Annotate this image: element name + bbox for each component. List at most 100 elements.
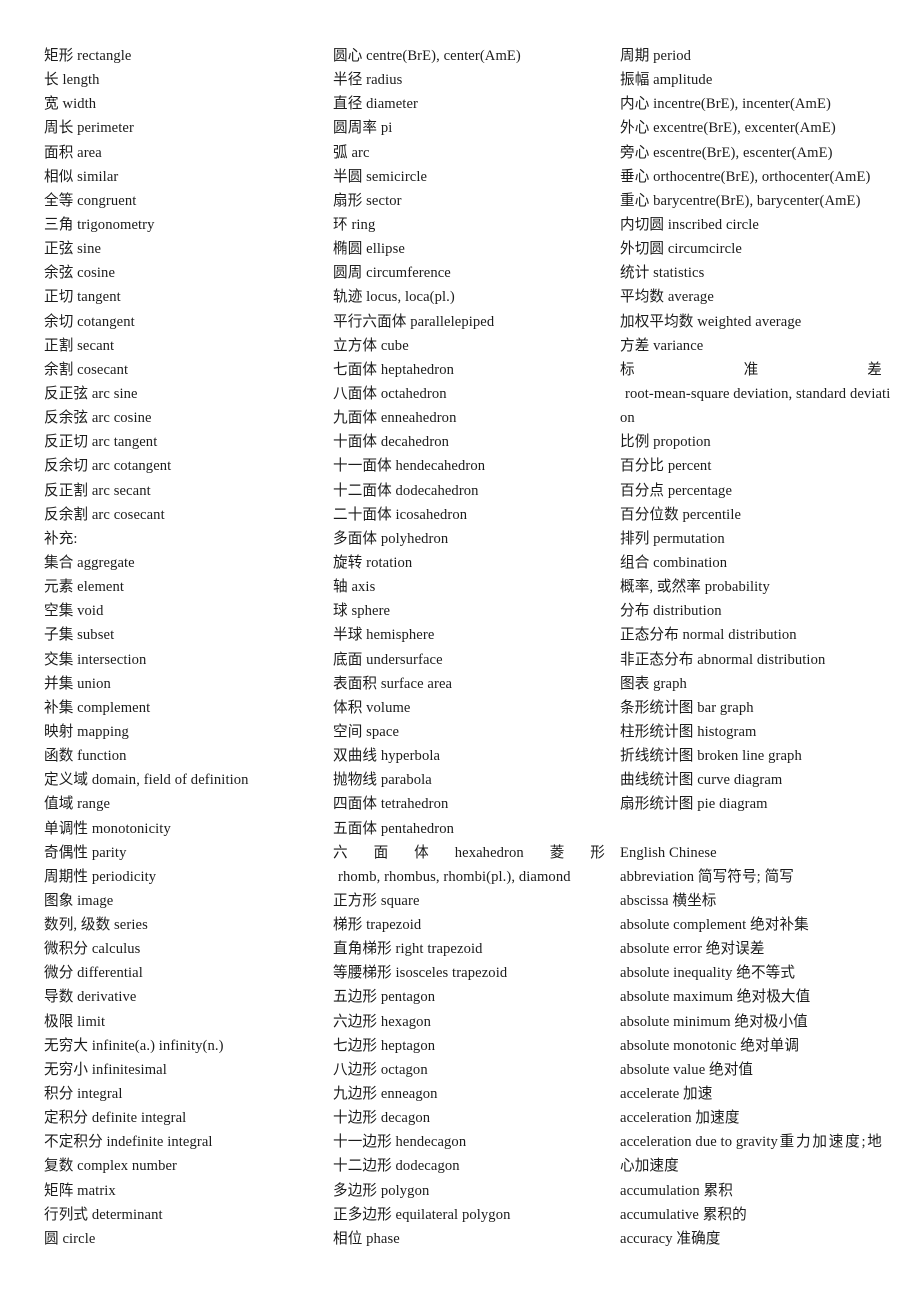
glossary-entry: 扇形统计图 pie diagram: [620, 796, 768, 813]
glossary-entry-part: 差: [867, 361, 882, 378]
glossary-entry: 四面体 tetrahedron: [333, 796, 449, 813]
glossary-entry-part: 菱: [549, 844, 565, 861]
glossary-entry-part: 面: [373, 844, 389, 861]
glossary-entry: 长 length: [44, 72, 100, 89]
glossary-entry: absolute value 绝对值: [620, 1061, 754, 1078]
glossary-entry: 映射 mapping: [44, 723, 129, 740]
glossary-entry: 百分位数 percentile: [620, 506, 742, 523]
glossary-entry: 三角 trigonometry: [44, 216, 155, 233]
glossary-entry: 八面体 octahedron: [333, 385, 447, 402]
glossary-entry: 正态分布 normal distribution: [620, 627, 797, 644]
glossary-entry: 等腰梯形 isosceles trapezoid: [333, 965, 508, 982]
glossary-entry: 底面 undersurface: [333, 651, 443, 668]
glossary-entry: 比例 propotion: [620, 434, 711, 451]
glossary-entry: 轴 axis: [333, 579, 376, 596]
glossary-entry: accumulation 累积: [620, 1182, 733, 1199]
glossary-entry: 五边形 pentagon: [333, 989, 436, 1006]
glossary-entry: 定积分 definite integral: [44, 1110, 187, 1127]
glossary-entry: 无穷大 infinite(a.) infinity(n.): [44, 1037, 224, 1054]
glossary-entry: 分布 distribution: [620, 603, 722, 620]
glossary-entry: on: [620, 410, 635, 427]
glossary-entry: 空间 space: [333, 723, 400, 740]
glossary-entry: 折线统计图 broken line graph: [620, 748, 802, 765]
glossary-entry: 反正弦 arc sine: [44, 385, 138, 402]
glossary-entry: 面积 area: [44, 144, 102, 161]
glossary-entry: 反余割 arc cosecant: [44, 506, 165, 523]
glossary-entry: 方差 variance: [620, 337, 704, 354]
glossary-entry: 并集 union: [44, 675, 111, 692]
glossary-entry: 二十面体 icosahedron: [333, 506, 468, 523]
glossary-entry-part: 力: [795, 1134, 811, 1151]
glossary-entry: 概率, 或然率 probability: [620, 579, 770, 596]
glossary-entry: acceleration due to gravity 重力加速度; 地: [620, 1130, 882, 1154]
glossary-entry: 图表 graph: [620, 675, 687, 692]
glossary-entry: 百分比 percent: [620, 458, 712, 475]
glossary-entry: 多边形 polygon: [333, 1182, 430, 1199]
glossary-entry: accumulative 累积的: [620, 1206, 747, 1223]
glossary-entry-part: 体: [414, 844, 429, 861]
glossary-entry: absolute error 绝对误差: [620, 941, 765, 958]
glossary-entry: 积分 integral: [44, 1086, 123, 1103]
glossary-entry: 补充:: [44, 530, 78, 547]
glossary-entry: absolute monotonic 绝对单调: [620, 1037, 800, 1054]
glossary-entry-part: 准: [743, 361, 759, 378]
glossary-entry: 抛物线 parabola: [333, 772, 432, 789]
glossary-entry-part: 六: [333, 844, 348, 861]
glossary-entry: absolute maximum 绝对极大值: [620, 989, 811, 1006]
glossary-entry: 单调性 monotonicity: [44, 820, 171, 837]
glossary-entry: 行列式 determinant: [44, 1206, 163, 1223]
glossary-entry: 柱形统计图 histogram: [620, 723, 757, 740]
glossary-entry: 复数 complex number: [44, 1158, 178, 1175]
glossary-entry: 十边形 decagon: [333, 1110, 431, 1127]
glossary-entry: 圆心 centre(BrE), center(AmE): [333, 48, 521, 64]
glossary-entry: 百分点 percentage: [620, 482, 733, 499]
glossary-entry-part: 重: [779, 1134, 795, 1151]
glossary-entry-part: 度: [845, 1134, 860, 1151]
glossary-entry: 十二边形 dodecagon: [333, 1158, 460, 1175]
glossary-entry: 内心 incentre(BrE), incenter(AmE): [620, 96, 831, 113]
glossary-entry: 环 ring: [333, 216, 376, 233]
glossary-entry: 加权平均数 weighted average: [620, 313, 802, 330]
glossary-entry-part: ;: [861, 1134, 866, 1151]
glossary-entry: 十一边形 hendecagon: [333, 1134, 467, 1151]
glossary-entry: 半圆 semicircle: [333, 168, 428, 185]
glossary-entry: 非正态分布 abnormal distribution: [620, 651, 826, 668]
glossary-entry: 元素 element: [44, 579, 125, 596]
glossary-entry-part: 速: [828, 1134, 844, 1151]
glossary-entry: 集合 aggregate: [44, 554, 135, 571]
glossary-entry: rhomb, rhombus, rhombi(pl.), diamond: [338, 868, 571, 885]
glossary-entry: 六边形 hexagon: [333, 1013, 431, 1030]
glossary-entry: 九面体 enneahedron: [333, 410, 457, 427]
glossary-entry: 周期性 periodicity: [44, 868, 157, 885]
glossary-entry: 宽 width: [44, 96, 97, 113]
glossary-entry: 多面体 polyhedron: [333, 530, 449, 547]
glossary-entry: 反正割 arc secant: [44, 482, 151, 499]
glossary-entry: 七边形 heptagon: [333, 1037, 436, 1054]
glossary-entry: 十面体 decahedron: [333, 434, 450, 451]
glossary-entry: 表面积 surface area: [333, 675, 453, 692]
glossary-entry: 体积 volume: [333, 699, 411, 716]
glossary-entry: 矩形 rectangle: [44, 48, 132, 64]
glossary-entry: 值域 range: [44, 796, 111, 813]
glossary-entry: 六 面 体 hexahedron 菱 形: [333, 841, 605, 865]
glossary-entry: 梯形 trapezoid: [333, 917, 422, 934]
glossary-entry: 八边形 octagon: [333, 1061, 428, 1078]
glossary-entry: 相似 similar: [44, 168, 119, 185]
glossary-entry: 定义域 domain, field of definition: [44, 772, 249, 789]
glossary-entry: 不定积分 indefinite integral: [44, 1134, 213, 1151]
glossary-entry: absolute complement 绝对补集: [620, 917, 809, 934]
glossary-entry-part: 标: [620, 361, 635, 378]
glossary-entry: 反余切 arc cotangent: [44, 458, 172, 475]
glossary-entry: acceleration 加速度: [620, 1110, 740, 1127]
glossary-entry: 九边形 enneagon: [333, 1086, 438, 1103]
glossary-entry-part: hexahedron: [454, 844, 524, 861]
glossary-entry: 无穷小 infinitesimal: [44, 1061, 167, 1078]
glossary-entry: accuracy 准确度: [620, 1230, 721, 1247]
glossary-entry: 直角梯形 right trapezoid: [333, 941, 483, 958]
glossary-entry: absolute minimum 绝对极小值: [620, 1013, 808, 1030]
glossary-entry: absolute inequality 绝不等式: [620, 965, 796, 982]
glossary-entry: 振幅 amplitude: [620, 72, 713, 89]
glossary-entry: 平行六面体 parallelepiped: [333, 313, 495, 330]
glossary-entry: 垂心 orthocentre(BrE), orthocenter(AmE): [620, 168, 871, 185]
glossary-entry: 轨迹 locus, loca(pl.): [333, 289, 455, 306]
